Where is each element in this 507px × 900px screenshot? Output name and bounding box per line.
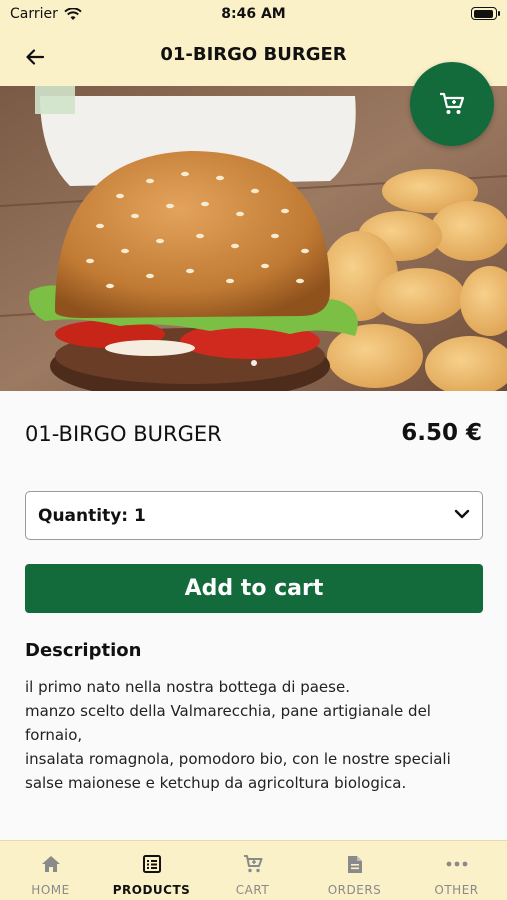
description-line: il primo nato nella nostra bottega di pa…: [25, 678, 350, 696]
description-line: salse maionese e ketchup da agricoltura …: [25, 774, 407, 792]
product-price: 6.50 €: [401, 420, 482, 446]
tab-cart[interactable]: CART: [202, 841, 303, 900]
document-icon: [347, 855, 362, 873]
tab-label: CART: [235, 883, 270, 897]
quantity-label: Quantity: 1: [38, 506, 146, 526]
description-line: insalata romagnola, pomodoro bio, con le…: [25, 750, 451, 768]
description-title: Description: [25, 640, 142, 661]
tab-other[interactable]: OTHER: [406, 841, 507, 900]
description-text: il primo nato nella nostra bottega di pa…: [25, 675, 465, 795]
status-bar: Carrier 8:46 AM: [0, 0, 507, 28]
add-to-cart-button[interactable]: Add to cart: [25, 564, 483, 613]
tab-orders[interactable]: ORDERS: [304, 841, 405, 900]
description-line: manzo scelto della Valmarecchia, pane ar…: [25, 702, 431, 720]
page-title: 01-BIRGO BURGER: [160, 44, 347, 65]
cart-icon: [440, 92, 465, 114]
tab-label: ORDERS: [327, 883, 382, 897]
status-time: 8:46 AM: [221, 6, 286, 22]
cart-icon: [243, 855, 262, 873]
tab-label: HOME: [31, 883, 70, 897]
product-details: 01-BIRGO BURGER 6.50 € Quantity: 1 Add t…: [0, 391, 507, 841]
tab-bar: HOME PRODUCTS CART ORDERS OTHER: [0, 840, 507, 900]
product-name: 01-BIRGO BURGER: [25, 422, 222, 446]
home-icon: [41, 856, 60, 872]
tab-label: PRODUCTS: [112, 883, 191, 897]
more-icon: [446, 861, 467, 867]
chevron-down-icon: [454, 509, 470, 519]
tab-products[interactable]: PRODUCTS: [101, 841, 202, 900]
quantity-select[interactable]: Quantity: 1: [25, 491, 483, 540]
tab-home[interactable]: HOME: [0, 841, 101, 900]
list-icon: [142, 855, 161, 873]
cart-fab-button[interactable]: [410, 62, 494, 146]
description-line: fornaio,: [25, 726, 83, 744]
battery-icon: [471, 7, 500, 20]
tab-label: OTHER: [434, 883, 479, 897]
